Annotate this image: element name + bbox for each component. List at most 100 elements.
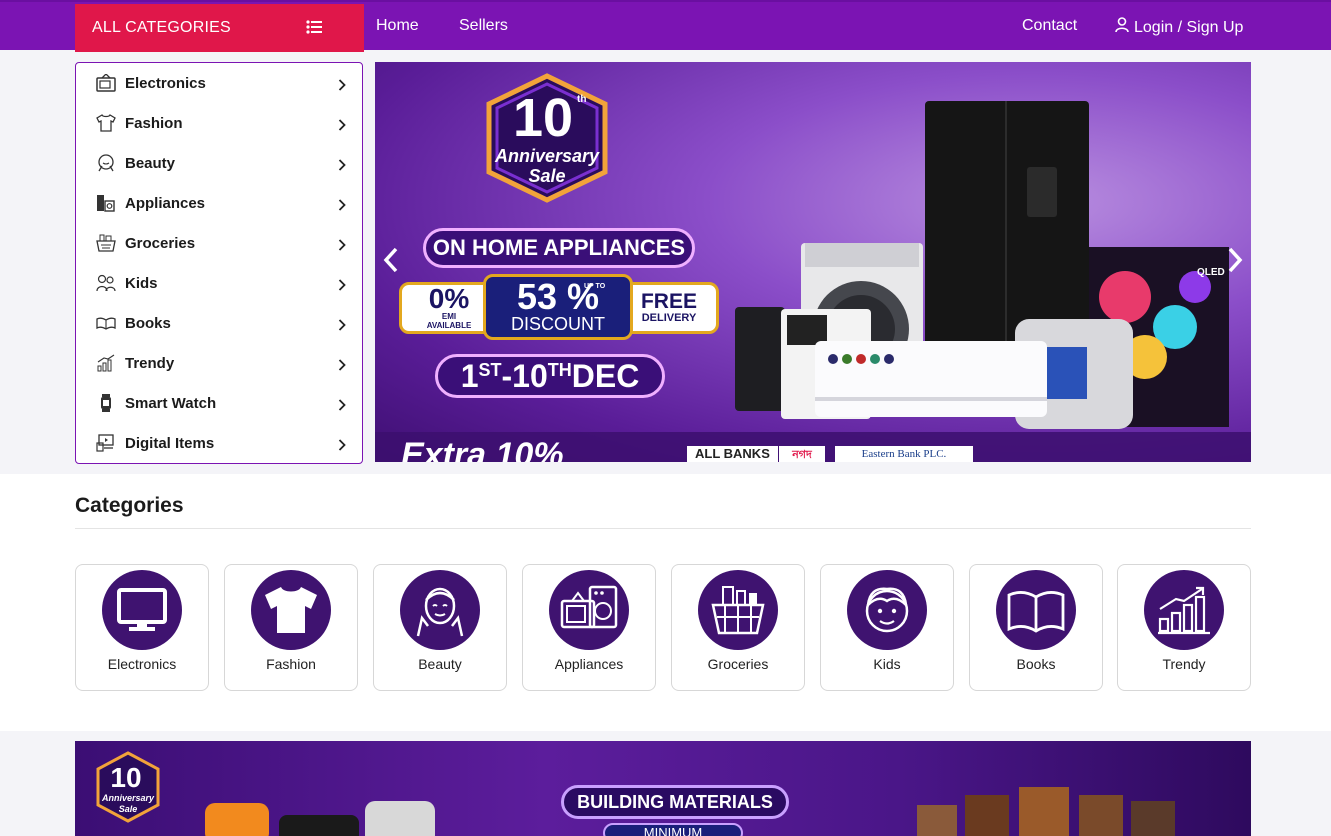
sidebar-item-label: Fashion [125,114,183,132]
date-th: TH [547,359,572,380]
discount-label: DISCOUNT [511,313,605,334]
appliances-image: QLED [735,101,1229,429]
categories-divider [75,528,1251,529]
offer-row: 0% EMI AVAILABLE FREE DELIVERY UP TO 53 … [399,274,719,340]
book-icon [95,313,117,333]
sidebar-item-label: Electronics [125,74,206,92]
all-categories-label: ALL CATEGORIES [92,19,231,36]
sidebar-item-smart-watch[interactable]: Smart Watch [76,383,362,423]
category-card-label: Kids [873,656,901,672]
sidebar-item-label: Smart Watch [125,394,217,412]
bank-logo-nagad: নগদ [779,446,825,462]
carousel-next-arrow[interactable] [1227,247,1243,278]
sidebar-item-beauty[interactable]: Beauty [76,143,362,183]
kids-icon [95,273,117,293]
categories-section: Categories Electronics Fashion Beauty Ap… [0,474,1331,731]
sidebar-item-groceries[interactable]: Groceries [76,223,362,263]
sidebar-item-label: Digital Items [125,434,215,452]
category-card-label: Trendy [1162,656,1206,672]
free-line2: DELIVERY [641,312,697,324]
sidebar-item-label: Kids [125,274,158,292]
badge-sale: Sale [528,166,565,186]
water-tanks-image [205,801,435,836]
date-start: 1 [460,357,479,394]
sidebar-item-label: Books [125,314,171,332]
basket-icon [698,570,778,650]
trend-chart-icon [1144,570,1224,650]
categories-title: Categories [75,494,184,517]
badge-sale-small: Sale [119,804,138,814]
free-line1: FREE [640,290,697,313]
category-card-appliances[interactable]: Appliances [522,564,656,691]
date-end: -10 [501,357,548,394]
sidebar-item-trendy[interactable]: Trendy [76,343,362,383]
category-card-kids[interactable]: Kids [820,564,954,691]
sidebar-item-kids[interactable]: Kids [76,263,362,303]
carousel-prev-arrow[interactable] [383,247,399,278]
nav-contact-link[interactable]: Contact [1022,17,1077,35]
extra-offer-text: Extra 10% [401,436,564,462]
login-signup-link[interactable]: Login / Sign Up [1115,17,1243,38]
sidebar-item-electronics[interactable]: Electronics [76,63,362,103]
sidebar-item-fashion[interactable]: Fashion [76,103,362,143]
beauty-face-icon [400,570,480,650]
date-month: DEC [571,357,640,394]
chevron-right-icon [338,158,346,176]
category-card-groceries[interactable]: Groceries [671,564,805,691]
sidebar-item-label: Trendy [125,354,175,372]
anniversary-badge-small: 10 Anniversary Sale [96,751,160,823]
chevron-right-icon [338,278,346,296]
category-card-beauty[interactable]: Beauty [373,564,507,691]
monitor-icon [102,570,182,650]
category-card-label: Fashion [266,656,316,672]
category-card-label: Books [1016,656,1056,672]
building-materials-banner[interactable]: 10 Anniversary Sale BUILDING MATERIALS M… [75,741,1251,836]
user-icon [1115,17,1129,38]
watch-icon [95,393,117,413]
category-card-label: Appliances [554,656,624,672]
emi-label: EMI [441,312,457,321]
tv-icon [95,73,117,93]
sidebar-item-digital-items[interactable]: Digital Items [76,423,362,463]
basket-icon [95,233,117,253]
sidebar-item-appliances[interactable]: Appliances [76,183,362,223]
nav-sellers-link[interactable]: Sellers [459,17,508,35]
date-range: 1 ST -10 TH DEC [435,354,665,398]
top-navbar: ALL CATEGORIES Home Sellers Contact Logi… [0,0,1331,52]
chevron-left-icon [383,247,398,273]
chart-icon [95,353,117,373]
chevron-right-icon [338,438,346,456]
all-categories-button[interactable]: ALL CATEGORIES [75,4,364,52]
category-card-label: Groceries [707,656,769,672]
category-card-fashion[interactable]: Fashion [224,564,358,691]
sidebar-item-label: Groceries [125,234,196,252]
sidebar-item-books[interactable]: Books [76,303,362,343]
anniversary-badge: 10 th Anniversary Sale [486,73,608,203]
badge-number-small: 10 [110,762,141,793]
category-card-electronics[interactable]: Electronics [75,564,209,691]
tshirt-icon [251,570,331,650]
banner2-subtext: MINIMUM [603,823,743,836]
category-card-books[interactable]: Books [969,564,1103,691]
sidebar-item-label: Appliances [125,194,206,212]
emi-value: 0% [428,283,470,314]
chevron-right-icon [338,78,346,96]
open-book-icon [996,570,1076,650]
kid-face-icon [847,570,927,650]
sidebar-item-label: Beauty [125,154,176,172]
badge-number: 10 [513,88,573,148]
chevron-right-icon [338,318,346,336]
banner2-headline: BUILDING MATERIALS [561,785,789,819]
hero-headline: ON HOME APPLIANCES [423,228,695,268]
category-card-trendy[interactable]: Trendy [1117,564,1251,691]
hero-carousel[interactable]: 10 th Anniversary Sale ON HOME APPLIANCE… [375,62,1251,462]
bank-logo-eastern: Eastern Bank PLC. [835,446,973,462]
beauty-face-icon [95,153,117,173]
chevron-right-icon [338,238,346,256]
login-label: Login / Sign Up [1134,18,1244,36]
digital-icon [95,433,117,453]
appliance-icon [95,193,117,213]
badge-th: th [577,94,586,105]
chevron-right-icon [338,198,346,216]
nav-home-link[interactable]: Home [376,17,419,35]
